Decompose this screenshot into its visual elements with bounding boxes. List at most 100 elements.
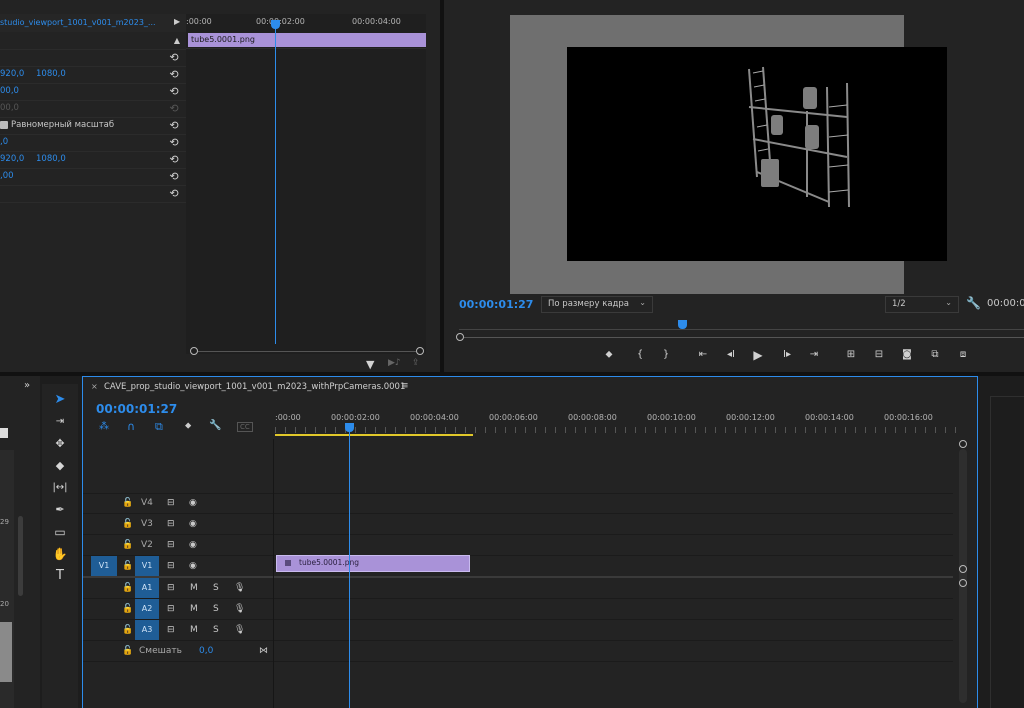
reset-icon[interactable]: ⟲	[168, 185, 180, 202]
lock-icon[interactable]: 🔓	[122, 493, 133, 513]
resolution-dropdown[interactable]: 1/2 ⌄	[885, 296, 959, 313]
reset-icon[interactable]: ⟲	[168, 83, 180, 100]
close-tab-icon[interactable]: ×	[91, 382, 98, 391]
track-label-v2[interactable]: V2	[141, 535, 153, 555]
monitor-zoom-left-handle[interactable]	[456, 333, 464, 341]
sync-lock-icon[interactable]: ⊟	[167, 514, 175, 534]
sequence-tab-label[interactable]: studio_viewport_1001_v001_m2023_...	[0, 18, 156, 27]
reset-icon[interactable]: ⟲	[168, 117, 180, 134]
linked-selection-icon[interactable]: ⧉	[155, 420, 163, 434]
step-back-icon[interactable]: ◂I	[724, 348, 738, 362]
mark-in-icon[interactable]: {	[633, 348, 647, 362]
mix-value[interactable]: 0,0	[199, 641, 213, 661]
fit-dropdown[interactable]: По размеру кадра ⌄	[541, 296, 653, 313]
track-select-tool-icon[interactable]: ⇥	[50, 412, 70, 432]
rotation-value[interactable]: ,0	[0, 134, 8, 151]
sync-lock-icon[interactable]: ⊟	[167, 493, 175, 513]
program-canvas[interactable]	[510, 15, 947, 294]
captions-icon[interactable]: CC	[237, 422, 253, 432]
microphone-icon[interactable]: 🎙	[234, 578, 245, 598]
monitor-zoom-bar[interactable]	[464, 337, 1024, 338]
go-to-in-icon[interactable]: ⇤	[696, 348, 710, 362]
position-x-value[interactable]: 920,0	[0, 66, 24, 83]
project-item-chip[interactable]	[0, 428, 8, 438]
track-label-v3[interactable]: V3	[141, 514, 153, 534]
microphone-icon[interactable]: 🎙	[234, 620, 245, 640]
nest-icon[interactable]: ⁂	[99, 421, 109, 432]
microphone-icon[interactable]: 🎙	[234, 599, 245, 619]
timeline-settings-icon[interactable]: 🔧	[209, 420, 221, 431]
lock-icon[interactable]: 🔓	[122, 599, 133, 619]
export-icon[interactable]: ⇪	[412, 358, 420, 368]
add-marker-icon[interactable]: ⬥	[185, 421, 191, 431]
extract-icon[interactable]: ⊟	[872, 348, 886, 362]
timeline-playhead-handle[interactable]	[345, 423, 354, 432]
track-label-v1[interactable]: V1	[135, 556, 159, 576]
mute-button[interactable]: M	[190, 578, 198, 598]
mini-playhead-handle[interactable]	[271, 20, 280, 29]
go-to-mix-icon[interactable]: ⋈	[259, 641, 268, 661]
flicker-value[interactable]: ,00	[0, 168, 14, 185]
reset-icon[interactable]: ⟲	[168, 151, 180, 168]
solo-button[interactable]: S	[213, 620, 219, 640]
monitor-time-ruler[interactable]	[459, 329, 1024, 330]
vertical-zoom-mid-handle[interactable]	[959, 565, 967, 573]
track-label-a1[interactable]: A1	[135, 578, 159, 598]
anchor-x-value[interactable]: 920,0	[0, 151, 24, 168]
sync-lock-icon[interactable]: ⊟	[167, 578, 175, 598]
program-timecode[interactable]: 00:00:01:27	[459, 298, 533, 311]
monitor-playhead-handle[interactable]	[678, 320, 687, 329]
project-thumbnail[interactable]	[0, 622, 12, 682]
timeline-vertical-scrollbar[interactable]	[959, 449, 967, 703]
step-forward-icon[interactable]: I▸	[780, 348, 794, 362]
reset-icon[interactable]: ⟲	[168, 66, 180, 83]
eye-icon[interactable]: ◉	[189, 556, 197, 576]
lock-icon[interactable]: 🔓	[122, 641, 133, 661]
vertical-zoom-top-handle[interactable]	[959, 440, 967, 448]
source-patch-v1[interactable]: V1	[91, 556, 117, 576]
razor-tool-icon[interactable]: ◆	[50, 456, 70, 476]
track-label-a2[interactable]: A2	[135, 599, 159, 619]
effect-row-caret-icon[interactable]: ▲	[174, 32, 180, 49]
play-icon[interactable]: ▶	[751, 348, 765, 362]
play-only-clip-icon[interactable]: ▶	[174, 17, 180, 26]
reset-icon[interactable]: ⟲	[168, 49, 180, 66]
mini-zoom-bar[interactable]	[198, 351, 416, 352]
lock-icon[interactable]: 🔓	[122, 556, 133, 576]
position-y-value[interactable]: 1080,0	[36, 66, 66, 83]
slip-tool-icon[interactable]: |↔|	[50, 478, 70, 498]
timeline-timecode[interactable]: 00:00:01:27	[96, 402, 177, 416]
scale-value[interactable]: 00,0	[0, 83, 19, 100]
mini-zoom-right-handle[interactable]	[416, 347, 424, 355]
snap-icon[interactable]: ∩	[127, 420, 135, 433]
timeline-clip-v1[interactable]: tube5.0001.png	[276, 555, 470, 572]
hand-tool-icon[interactable]: ✋	[50, 544, 70, 564]
mute-button[interactable]: M	[190, 620, 198, 640]
project-scrollbar[interactable]	[18, 516, 23, 596]
uniform-scale-checkbox[interactable]	[0, 121, 8, 129]
track-label-a3[interactable]: A3	[135, 620, 159, 640]
eye-icon[interactable]: ◉	[189, 535, 197, 555]
reset-icon[interactable]: ⟲	[168, 134, 180, 151]
timeline-ruler[interactable]: :00:00 00:00:02:00 00:00:04:00 00:00:06:…	[275, 409, 959, 437]
tab-menu-icon[interactable]: ≡	[401, 381, 409, 391]
mute-button[interactable]: M	[190, 599, 198, 619]
mini-clip[interactable]: tube5.0001.png	[188, 33, 426, 47]
eye-icon[interactable]: ◉	[189, 493, 197, 513]
solo-button[interactable]: S	[213, 599, 219, 619]
sequence-tab-name[interactable]: CAVE_prop_studio_viewport_1001_v001_m202…	[104, 382, 405, 392]
selection-tool-icon[interactable]: ➤	[50, 390, 70, 410]
mini-zoom-left-handle[interactable]	[190, 347, 198, 355]
lock-icon[interactable]: 🔓	[122, 578, 133, 598]
panel-overflow-icon[interactable]: »	[24, 380, 30, 391]
lock-icon[interactable]: 🔓	[122, 535, 133, 555]
filter-icon[interactable]: ▼	[366, 358, 374, 371]
anchor-y-value[interactable]: 1080,0	[36, 151, 66, 168]
sync-lock-icon[interactable]: ⊟	[167, 535, 175, 555]
play-audio-icon[interactable]: ▶♪	[388, 358, 401, 368]
rectangle-tool-icon[interactable]: ▭	[50, 522, 70, 542]
proxy-toggle-icon[interactable]: ⧈	[956, 348, 970, 362]
eye-icon[interactable]: ◉	[189, 514, 197, 534]
track-label-v4[interactable]: V4	[141, 493, 153, 513]
reset-icon[interactable]: ⟲	[168, 168, 180, 185]
